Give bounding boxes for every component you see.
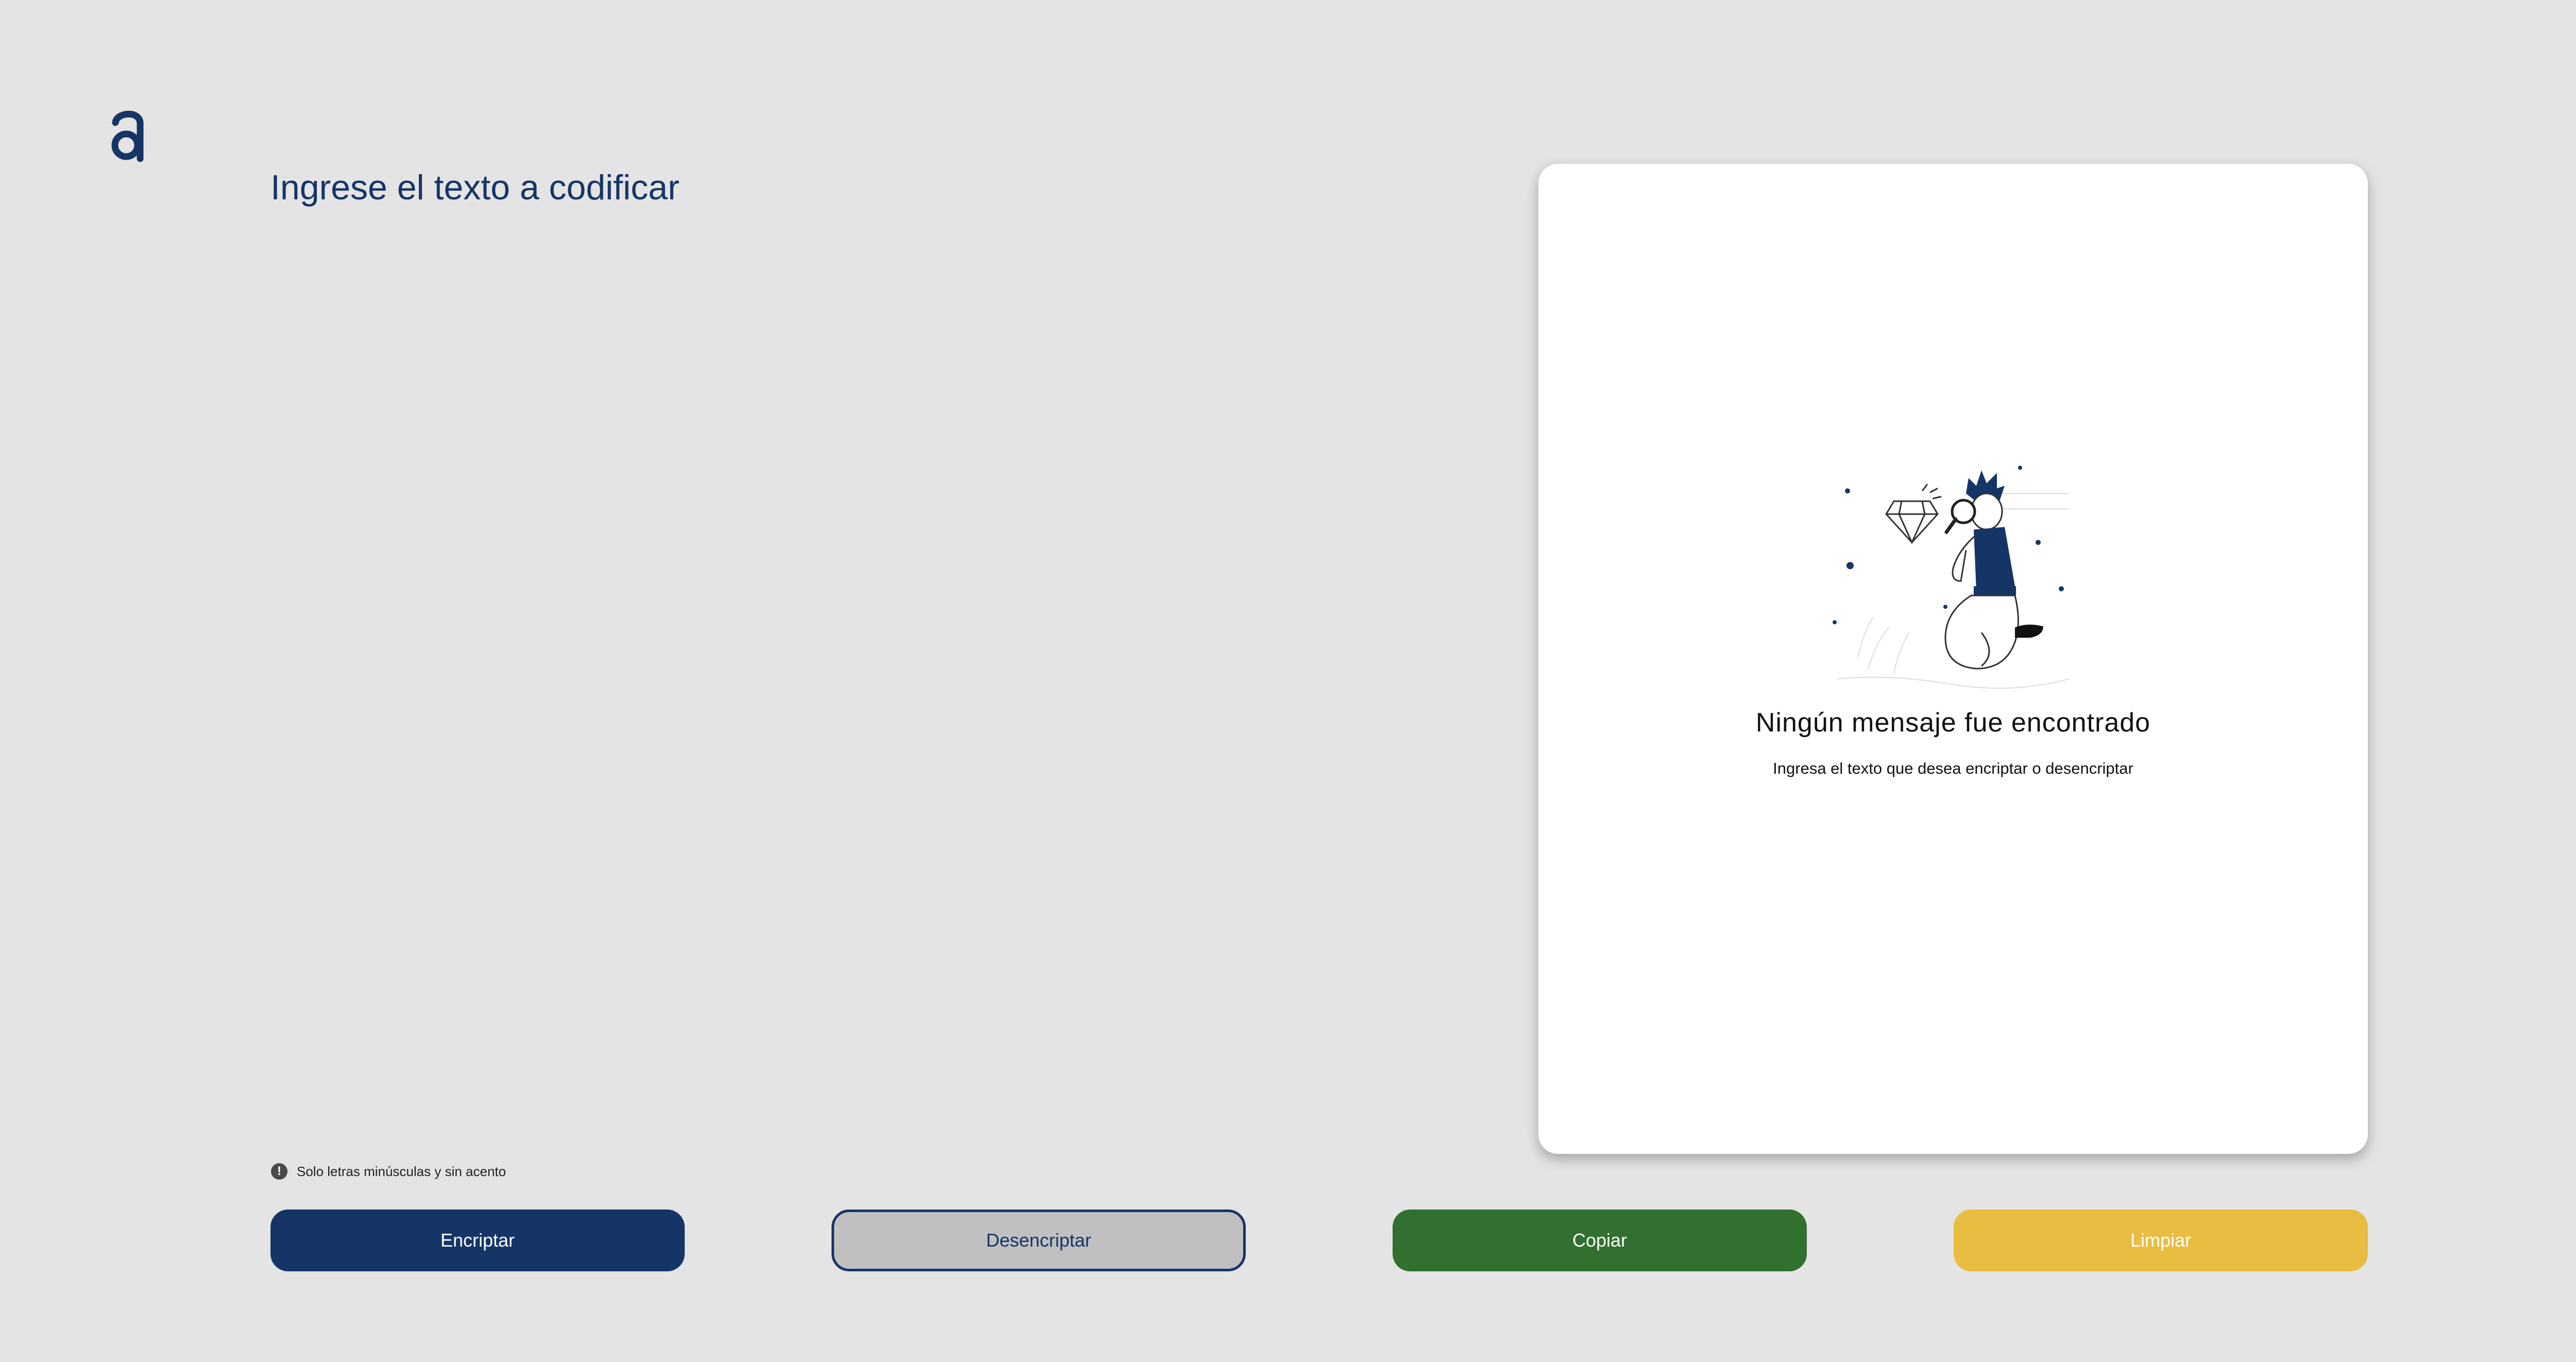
encrypt-button[interactable]: Encriptar [270, 1210, 685, 1271]
input-hint: ! Solo letras minúsculas y sin acento [271, 1163, 506, 1180]
copy-button[interactable]: Copiar [1393, 1210, 1807, 1271]
search-illustration-icon [1833, 466, 2070, 689]
empty-state-title: Ningún mensaje fue encontrado [1755, 708, 2151, 738]
text-input[interactable] [270, 165, 1352, 1133]
empty-state-subtitle: Ingresa el texto que desea encriptar o d… [1773, 759, 2133, 777]
clear-button[interactable]: Limpiar [1954, 1210, 2368, 1271]
info-icon: ! [271, 1163, 287, 1180]
output-card: Ningún mensaje fue encontrado Ingresa el… [1538, 164, 2368, 1154]
hint-text: Solo letras minúsculas y sin acento [297, 1163, 506, 1179]
logo-icon [111, 111, 144, 162]
app-page: Ningún mensaje fue encontrado Ingresa el… [0, 0, 2576, 1362]
decrypt-button[interactable]: Desencriptar [832, 1210, 1246, 1271]
